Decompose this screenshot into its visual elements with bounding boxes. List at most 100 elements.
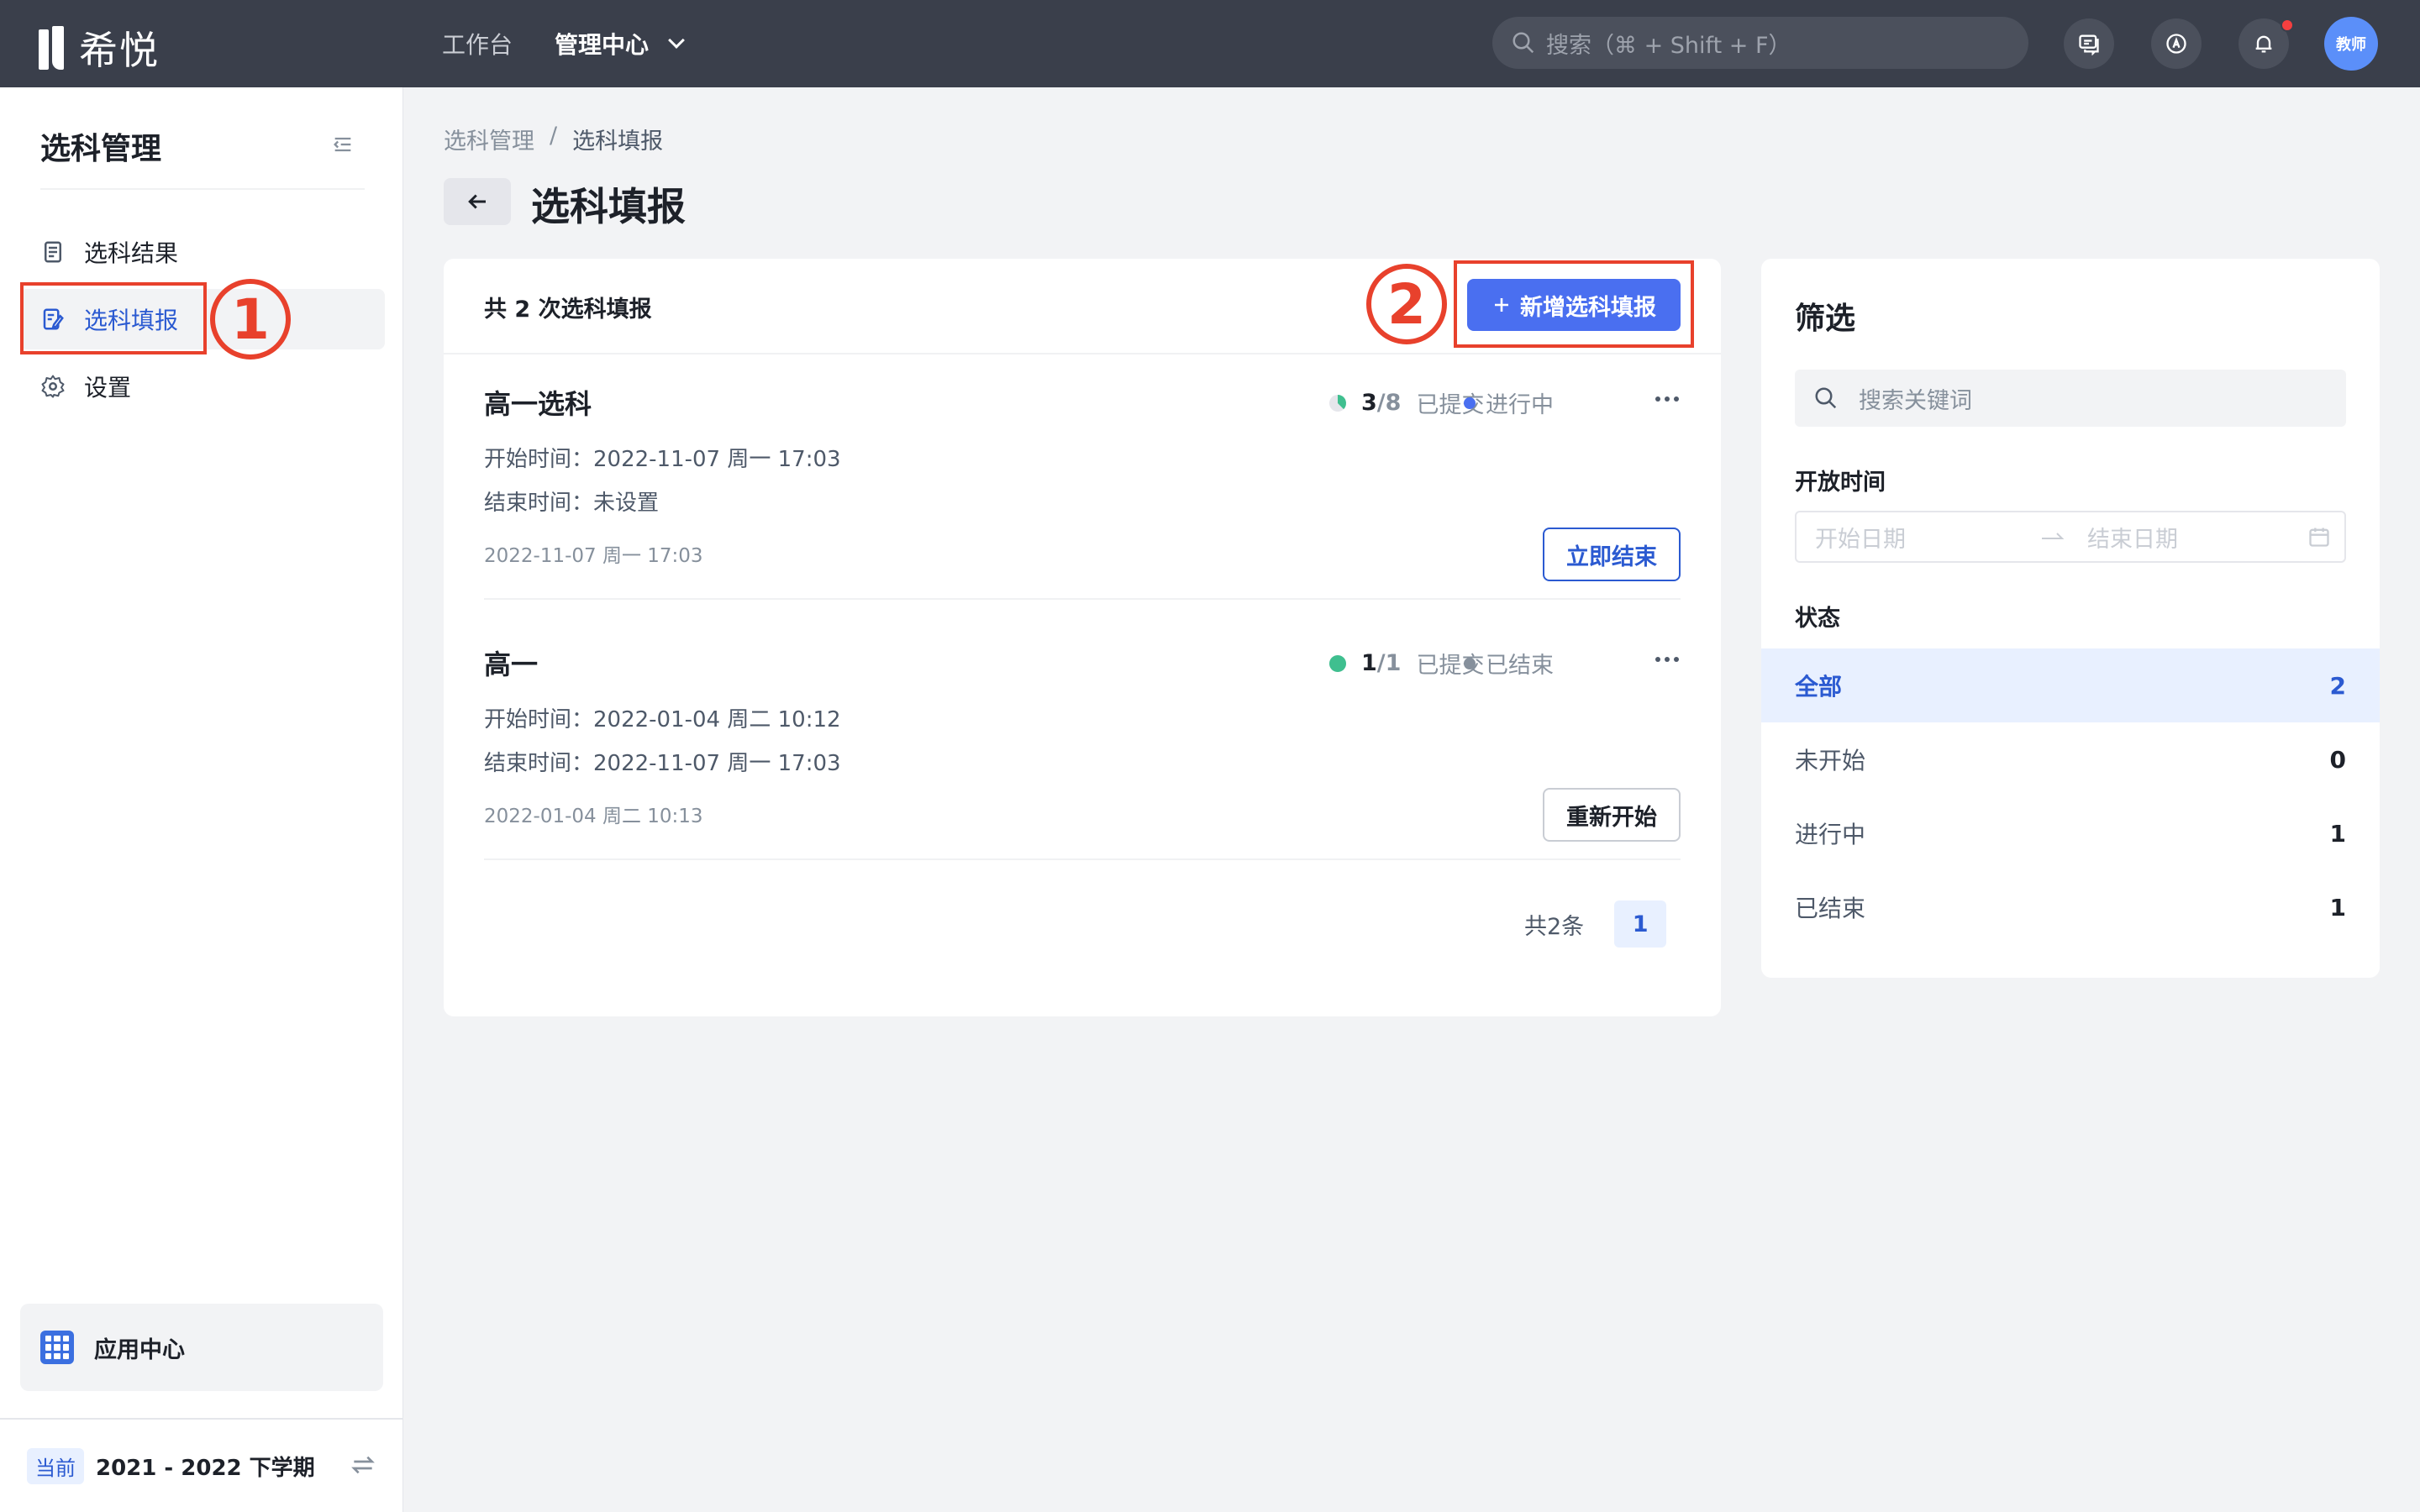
sidebar-divider (40, 188, 365, 190)
record-title: 高一 (484, 648, 539, 680)
status-filter-not-started[interactable]: 未开始 0 (1761, 722, 2380, 796)
nav-workbench[interactable]: 工作台 (442, 27, 513, 60)
progress-pie-icon (1328, 654, 1346, 672)
sidebar-item-label: 选科结果 (84, 239, 179, 267)
status-badge: 进行中 (1464, 386, 1554, 419)
created-time: 2022-11-07 周一 17:03 (484, 545, 703, 567)
collapse-sidebar-icon[interactable] (331, 133, 355, 156)
message-icon (2079, 34, 2099, 55)
top-bar: 希悦 工作台 管理中心 搜索（⌘ + Shift + F） 教师 (0, 0, 2420, 87)
annotation-box-2 (1454, 260, 1694, 348)
breadcrumb-parent[interactable]: 选科管理 (444, 123, 534, 155)
status-dot (1464, 657, 1476, 669)
page-button-1[interactable]: 1 (1614, 900, 1667, 948)
nav-admin-center-label: 管理中心 (555, 31, 650, 59)
annotation-box-1 (20, 282, 207, 354)
breadcrumb: 选科管理 / 选科填报 (444, 123, 663, 155)
brand-logo[interactable]: 希悦 (39, 20, 160, 76)
records-count: 共 2 次选科填报 (484, 297, 652, 323)
status-filter-label: 全部 (1795, 673, 1843, 701)
list-item[interactable]: 高一选科 3 /8 已提交 进行中 开始时间：2022-11-07 周一 17:… (484, 383, 1681, 593)
status-text: 进行中 (1486, 392, 1554, 418)
status-filter-count: 1 (2329, 819, 2346, 848)
app-grid-icon (40, 1331, 74, 1364)
bell-icon (2255, 35, 2272, 53)
record-divider (484, 598, 1681, 600)
chevron-down-icon (668, 32, 685, 49)
submission-progress: 3 /8 已提交 (1328, 386, 1484, 419)
message-button[interactable] (2064, 18, 2114, 69)
brand-name: 希悦 (79, 28, 160, 73)
status-filter-count: 2 (2329, 671, 2346, 700)
status-filter-in-progress[interactable]: 进行中 1 (1761, 796, 2380, 870)
sidebar-item-settings[interactable]: 设置 (20, 356, 385, 417)
annotation-number-2: 2 (1366, 264, 1447, 344)
keyword-placeholder: 搜索关键词 (1859, 387, 1972, 414)
document-icon (45, 241, 61, 263)
more-options-icon[interactable] (1655, 396, 1679, 402)
start-time: 开始时间：2022-11-07 周一 17:03 (484, 447, 841, 472)
gear-icon (41, 375, 65, 398)
search-placeholder: 搜索（⌘ + Shift + F） (1546, 32, 1791, 59)
record-title: 高一选科 (484, 388, 592, 420)
app-center-button[interactable]: 应用中心 (20, 1304, 383, 1391)
end-now-button[interactable]: 立即结束 (1543, 528, 1681, 581)
logo-icon (39, 26, 67, 70)
current-tag: 当前 (27, 1448, 84, 1484)
restart-button[interactable]: 重新开始 (1543, 788, 1681, 842)
keyword-search-input[interactable]: 搜索关键词 (1795, 370, 2346, 427)
filter-title: 筛选 (1795, 302, 1856, 336)
status-filter-all[interactable]: 全部 2 (1761, 648, 2380, 722)
open-time-label: 开放时间 (1795, 470, 1886, 496)
annotation-number-1: 1 (210, 279, 291, 360)
total-count: /1 (1376, 650, 1402, 676)
app-store-button[interactable] (2151, 18, 2202, 69)
pagination: 共2条 1 (1524, 900, 1667, 948)
notification-badge (2281, 18, 2294, 32)
date-range-picker[interactable]: 开始日期 结束日期 (1795, 511, 2346, 563)
list-item[interactable]: 高一 1 /1 已提交 已结束 开始时间：2022-01-04 周二 10:12… (484, 643, 1681, 853)
more-options-icon[interactable] (1655, 657, 1679, 662)
nav-workbench-label: 工作台 (442, 31, 513, 59)
start-time: 开始时间：2022-01-04 周二 10:12 (484, 707, 841, 732)
record-divider (484, 858, 1681, 860)
status-filter-count: 1 (2329, 893, 2346, 921)
end-time: 结束时间：2022-11-07 周一 17:03 (484, 751, 841, 776)
search-icon (1815, 387, 1837, 409)
top-nav: 工作台 管理中心 (442, 0, 685, 87)
swap-icon[interactable] (350, 1452, 376, 1478)
sidebar-item-results[interactable]: 选科结果 (20, 222, 385, 282)
start-date-input[interactable]: 开始日期 (1815, 521, 2040, 554)
status-filter-label: 进行中 (1795, 821, 1866, 848)
back-button[interactable] (444, 178, 511, 225)
submission-progress: 1 /1 已提交 (1328, 647, 1484, 680)
semester-selector[interactable]: 当前 2021 - 2022 下学期 (27, 1448, 315, 1484)
status-filter-label: 未开始 (1795, 747, 1866, 774)
page-title: 选科填报 (531, 184, 686, 229)
breadcrumb-separator: / (550, 123, 558, 149)
end-date-input[interactable]: 结束日期 (2087, 521, 2307, 554)
app-store-icon (2166, 34, 2186, 54)
calendar-icon (2309, 528, 2329, 547)
search-icon (1512, 32, 1534, 54)
status-filter-label: 已结束 (1795, 895, 1866, 922)
app-center-label: 应用中心 (94, 1336, 185, 1363)
status-label: 状态 (1795, 606, 1840, 632)
total-count: /8 (1376, 390, 1402, 416)
status-filter-ended[interactable]: 已结束 1 (1761, 870, 2380, 944)
arrow-right-icon (2042, 533, 2065, 539)
progress-pie-icon (1329, 394, 1346, 412)
created-time: 2022-01-04 周二 10:13 (484, 806, 703, 827)
records-card: 共 2 次选科填报 新增选科填报 高一选科 3 /8 已提交 进行中 开始时间：… (444, 259, 1721, 1016)
sidebar-title: 选科管理 (40, 132, 162, 166)
submitted-count: 1 (1361, 650, 1377, 676)
nav-admin-center[interactable]: 管理中心 (555, 27, 685, 60)
status-dot (1464, 396, 1476, 409)
avatar[interactable]: 教师 (2324, 17, 2378, 71)
status-badge: 已结束 (1464, 647, 1554, 680)
end-time: 结束时间：未设置 (484, 491, 660, 516)
global-search-input[interactable]: 搜索（⌘ + Shift + F） (1492, 17, 2028, 69)
filter-panel: 筛选 搜索关键词 开放时间 开始日期 结束日期 状态 全部 2 未开始 0 进行… (1761, 259, 2380, 978)
status-filter-count: 0 (2329, 745, 2346, 774)
pagination-total: 共2条 (1524, 913, 1585, 940)
